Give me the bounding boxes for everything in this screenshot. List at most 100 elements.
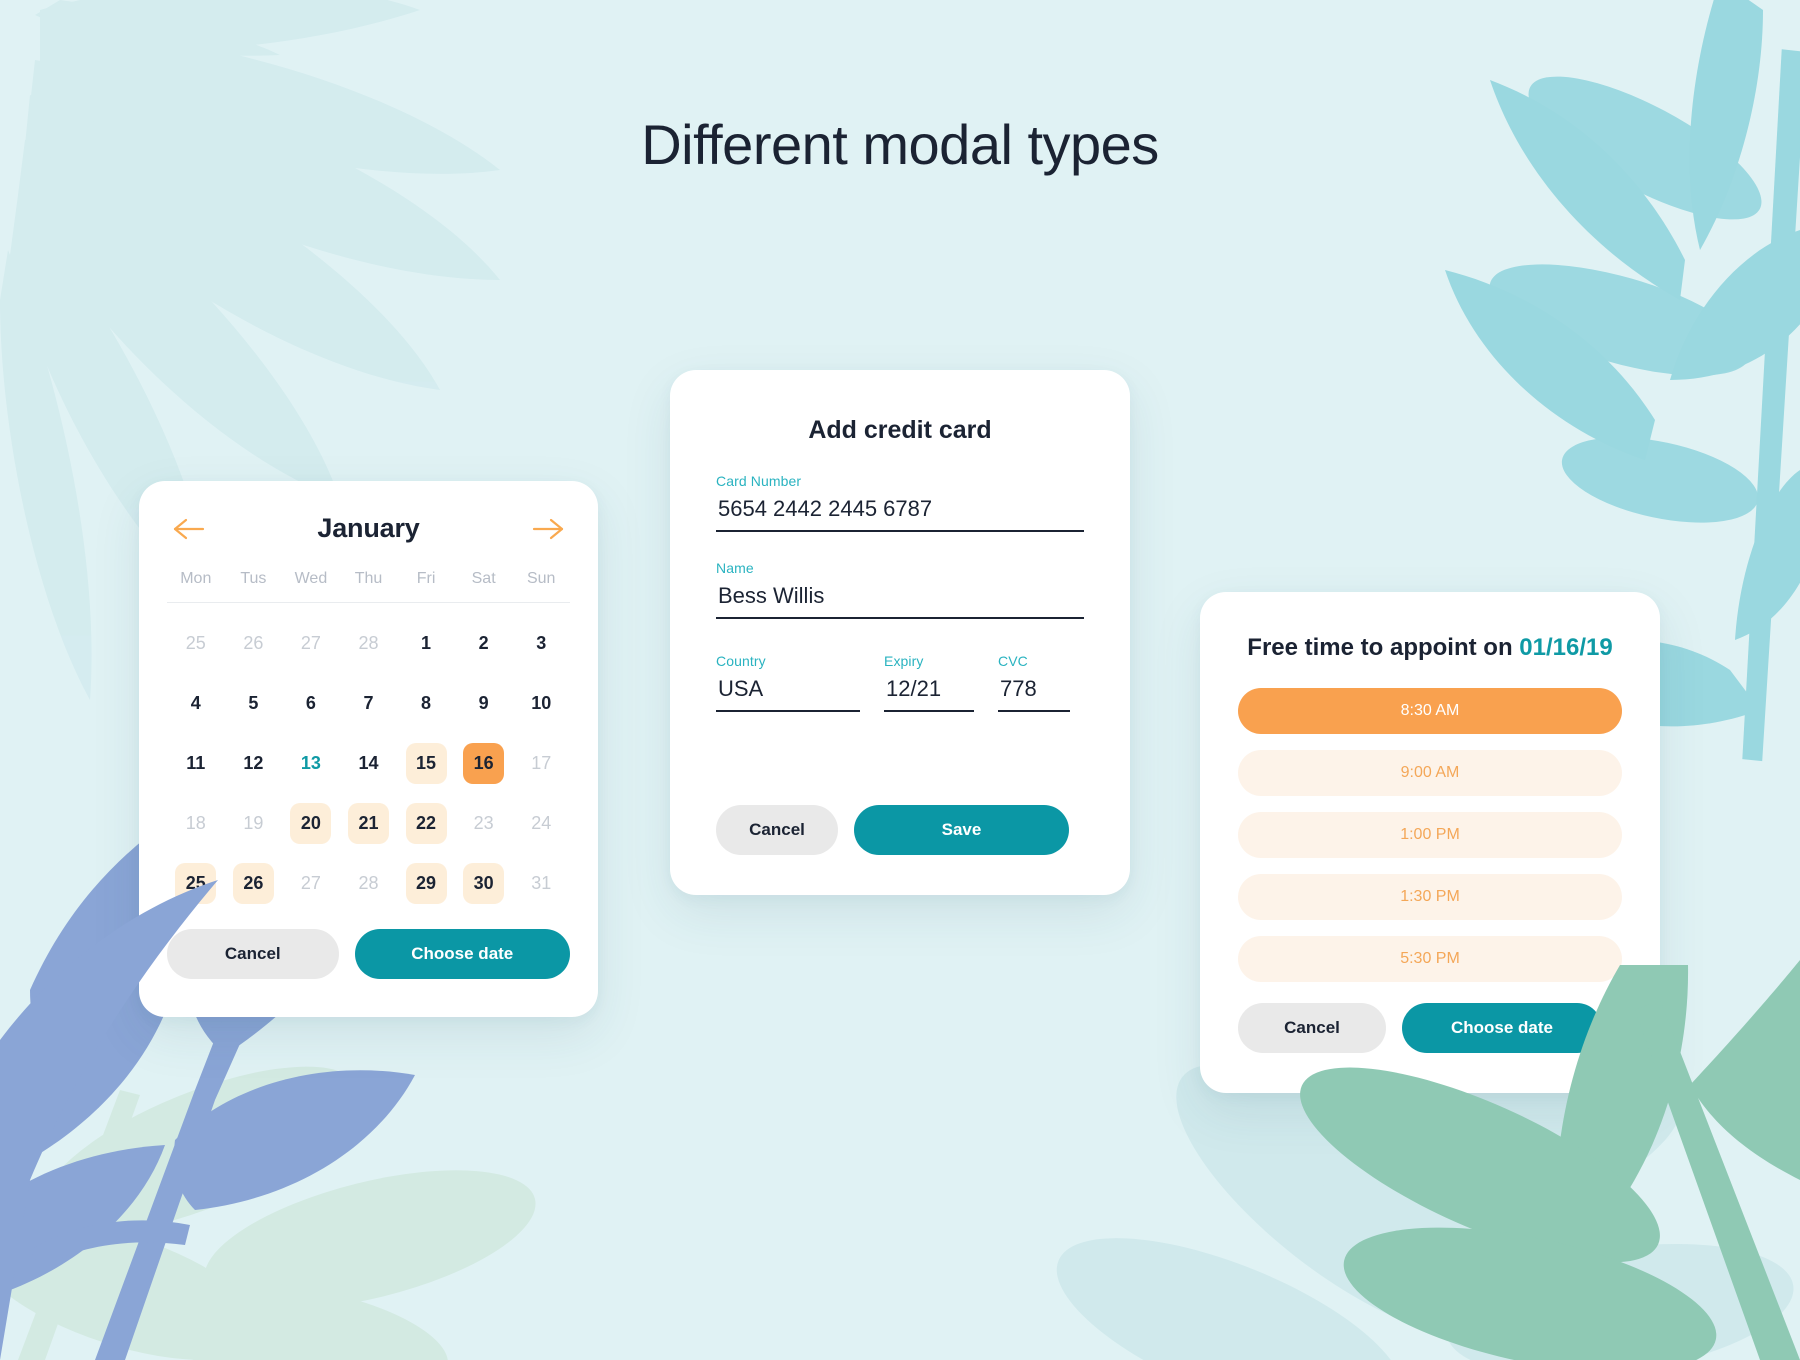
calendar-cell[interactable]: 16 <box>455 733 513 793</box>
time-slot-modal: Free time to appoint on 01/16/19 8:30 AM… <box>1200 592 1660 1093</box>
calendar-cell[interactable]: 5 <box>225 673 283 733</box>
credit-card-cancel-button[interactable]: Cancel <box>716 805 838 855</box>
calendar-cell[interactable]: 20 <box>282 793 340 853</box>
calendar-cell[interactable]: 24 <box>512 793 570 853</box>
calendar-day[interactable]: 19 <box>233 803 274 844</box>
calendar-day[interactable]: 22 <box>405 802 447 844</box>
calendar-cell[interactable]: 28 <box>340 853 398 913</box>
time-slot[interactable]: 8:30 AM <box>1238 688 1622 734</box>
expiry-label: Expiry <box>884 653 924 669</box>
time-slot[interactable]: 1:30 PM <box>1238 874 1622 920</box>
calendar-day[interactable]: 8 <box>406 683 447 724</box>
calendar-day[interactable]: 13 <box>290 743 331 784</box>
time-slot-title-date: 01/16/19 <box>1519 634 1613 661</box>
calendar-cell[interactable]: 27 <box>282 613 340 673</box>
calendar-cancel-button[interactable]: Cancel <box>167 929 339 979</box>
calendar-day[interactable]: 26 <box>233 623 274 664</box>
credit-card-actions: Cancel Save <box>670 805 1130 855</box>
calendar-cell[interactable]: 22 <box>397 793 455 853</box>
calendar-cell[interactable]: 31 <box>512 853 570 913</box>
calendar-day[interactable]: 25 <box>175 862 217 904</box>
calendar-day[interactable]: 4 <box>175 683 216 724</box>
calendar-day[interactable]: 3 <box>521 623 562 664</box>
calendar-day[interactable]: 1 <box>406 623 447 664</box>
calendar-cell[interactable]: 25 <box>167 853 225 913</box>
calendar-day[interactable]: 24 <box>521 803 562 844</box>
calendar-day[interactable]: 20 <box>290 802 332 844</box>
credit-card-save-button[interactable]: Save <box>854 805 1069 855</box>
calendar-cell[interactable]: 26 <box>225 853 283 913</box>
calendar-cell[interactable]: 1 <box>397 613 455 673</box>
calendar-cell[interactable]: 25 <box>167 613 225 673</box>
cardholder-name-input[interactable] <box>716 582 1084 619</box>
calendar-day[interactable]: 9 <box>463 683 504 724</box>
calendar-day[interactable]: 14 <box>348 743 389 784</box>
calendar-day[interactable]: 18 <box>175 803 216 844</box>
calendar-day[interactable]: 6 <box>290 683 331 724</box>
calendar-cell[interactable]: 11 <box>167 733 225 793</box>
calendar-day[interactable]: 7 <box>348 683 389 724</box>
calendar-cell[interactable]: 9 <box>455 673 513 733</box>
calendar-cell[interactable]: 28 <box>340 613 398 673</box>
calendar-day[interactable]: 12 <box>233 743 274 784</box>
calendar-day[interactable]: 31 <box>521 863 562 904</box>
calendar-day[interactable]: 23 <box>463 803 504 844</box>
calendar-cell[interactable]: 15 <box>397 733 455 793</box>
calendar-day[interactable]: 11 <box>175 743 216 784</box>
page-title: Different modal types <box>641 113 1159 176</box>
calendar-cell[interactable]: 8 <box>397 673 455 733</box>
calendar-day[interactable]: 17 <box>521 743 562 784</box>
calendar-cell[interactable]: 7 <box>340 673 398 733</box>
calendar-cell[interactable]: 17 <box>512 733 570 793</box>
calendar-day-grid: 25 26 27 28 1 2 3 4 5 6 7 8 9 10 11 12 13 14 15 16 17 18 19 20 2… <box>139 603 598 913</box>
calendar-cell[interactable]: 18 <box>167 793 225 853</box>
calendar-choose-date-button[interactable]: Choose date <box>354 929 570 979</box>
time-slot-cancel-button[interactable]: Cancel <box>1238 1003 1386 1053</box>
calendar-cell[interactable]: 21 <box>340 793 398 853</box>
calendar-cell[interactable]: 27 <box>282 853 340 913</box>
calendar-day[interactable]: 28 <box>348 623 389 664</box>
calendar-cell[interactable]: 10 <box>512 673 570 733</box>
calendar-cell[interactable]: 19 <box>225 793 283 853</box>
calendar-cell[interactable]: 14 <box>340 733 398 793</box>
arrow-left-icon[interactable] <box>172 516 206 542</box>
calendar-weekday: Tus <box>240 570 267 587</box>
calendar-day[interactable]: 27 <box>290 623 331 664</box>
calendar-cell[interactable]: 13 <box>282 733 340 793</box>
calendar-day[interactable]: 16 <box>463 742 505 784</box>
cvc-input[interactable] <box>998 675 1070 712</box>
country-field: Country <box>716 653 860 712</box>
time-slot-list: 8:30 AM 9:00 AM 1:00 PM 1:30 PM 5:30 PM <box>1200 662 1660 982</box>
country-input[interactable] <box>716 675 860 712</box>
calendar-cell[interactable]: 23 <box>455 793 513 853</box>
calendar-day[interactable]: 26 <box>232 862 274 904</box>
arrow-right-icon[interactable] <box>531 516 565 542</box>
time-slot[interactable]: 5:30 PM <box>1238 936 1622 982</box>
calendar-day[interactable]: 28 <box>348 863 389 904</box>
calendar-cell[interactable]: 30 <box>455 853 513 913</box>
calendar-cell[interactable]: 6 <box>282 673 340 733</box>
calendar-day[interactable]: 5 <box>233 683 274 724</box>
calendar-cell[interactable]: 3 <box>512 613 570 673</box>
calendar-day[interactable]: 30 <box>463 862 505 904</box>
time-slot[interactable]: 9:00 AM <box>1238 750 1622 796</box>
calendar-cell[interactable]: 26 <box>225 613 283 673</box>
card-number-input[interactable] <box>716 495 1084 532</box>
calendar-cell[interactable]: 2 <box>455 613 513 673</box>
calendar-cell[interactable]: 4 <box>167 673 225 733</box>
time-slot-choose-date-button[interactable]: Choose date <box>1402 1003 1602 1053</box>
calendar-day[interactable]: 15 <box>405 742 447 784</box>
calendar-actions: Cancel Choose date <box>139 929 598 979</box>
expiry-input[interactable] <box>884 675 974 712</box>
calendar-cell[interactable]: 29 <box>397 853 455 913</box>
calendar-month-label: January <box>317 513 420 543</box>
calendar-header: January <box>139 481 598 544</box>
calendar-cell[interactable]: 12 <box>225 733 283 793</box>
calendar-day[interactable]: 21 <box>347 802 389 844</box>
calendar-day[interactable]: 25 <box>175 623 216 664</box>
calendar-day[interactable]: 10 <box>521 683 562 724</box>
calendar-day[interactable]: 29 <box>405 862 447 904</box>
calendar-day[interactable]: 27 <box>290 863 331 904</box>
calendar-day[interactable]: 2 <box>463 623 504 664</box>
time-slot[interactable]: 1:00 PM <box>1238 812 1622 858</box>
